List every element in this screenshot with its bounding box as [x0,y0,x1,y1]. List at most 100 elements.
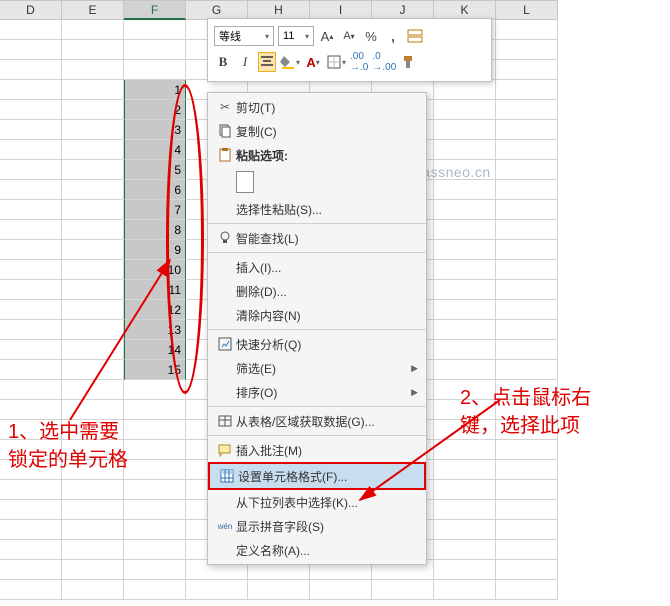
col-header-K[interactable]: K [434,0,496,20]
cell[interactable] [496,100,558,120]
cell[interactable] [0,240,62,260]
cell[interactable] [124,400,186,420]
cell[interactable] [434,540,496,560]
cell[interactable] [124,380,186,400]
cell[interactable] [496,40,558,60]
cell[interactable] [62,340,124,360]
cell[interactable] [434,500,496,520]
menu-paste-special[interactable]: 选择性粘贴(S)... [208,197,426,221]
cell[interactable] [124,60,186,80]
cell[interactable] [372,580,434,600]
increase-decimal-button[interactable]: .0→.00 [372,52,396,72]
cell[interactable] [434,460,496,480]
cell[interactable] [62,280,124,300]
cell[interactable] [0,100,62,120]
cell[interactable] [496,360,558,380]
cell[interactable] [124,420,186,440]
cell[interactable] [0,520,62,540]
cell[interactable] [0,300,62,320]
cell[interactable] [0,180,62,200]
cell[interactable] [124,500,186,520]
cell[interactable] [62,80,124,100]
cell[interactable] [434,200,496,220]
cell[interactable] [434,80,496,100]
cell[interactable] [62,100,124,120]
cell[interactable] [62,40,124,60]
increase-font-icon[interactable]: A▴ [318,26,336,46]
menu-copy[interactable]: 复制(C) [208,119,426,143]
cell[interactable] [124,20,186,40]
cell[interactable] [496,200,558,220]
cell[interactable] [0,80,62,100]
cell[interactable] [0,320,62,340]
cell[interactable] [434,280,496,300]
cell[interactable] [0,380,62,400]
cell[interactable] [0,220,62,240]
cell[interactable] [62,320,124,340]
cell[interactable] [62,540,124,560]
cell[interactable] [62,160,124,180]
col-header-H[interactable]: H [248,0,310,20]
cell[interactable] [434,260,496,280]
menu-quick-analysis[interactable]: 快速分析(Q) [208,332,426,356]
cell[interactable] [124,480,186,500]
font-name-select[interactable]: 等线▾ [214,26,274,46]
cell[interactable] [62,560,124,580]
cell[interactable] [62,60,124,80]
align-center-button[interactable] [258,52,276,72]
col-header-G[interactable]: G [186,0,248,20]
cell[interactable] [62,240,124,260]
fill-color-button[interactable]: ▾ [280,52,300,72]
menu-smart-lookup[interactable]: 智能查找(L) [208,226,426,250]
cell[interactable] [124,440,186,460]
cell[interactable] [0,480,62,500]
cell[interactable] [124,540,186,560]
cell[interactable] [124,580,186,600]
cell[interactable] [496,480,558,500]
cell[interactable] [62,260,124,280]
cell[interactable] [62,180,124,200]
cell[interactable] [496,60,558,80]
menu-insert[interactable]: 插入(I)... [208,255,426,279]
menu-sort[interactable]: 排序(O)▶ [208,380,426,404]
percent-style-button[interactable]: % [362,26,380,46]
menu-pick-from-dropdown[interactable]: 从下拉列表中选择(K)... [208,490,426,514]
cell[interactable] [310,580,372,600]
cell[interactable] [62,380,124,400]
cell[interactable] [434,180,496,200]
cell[interactable] [496,560,558,580]
col-header-J[interactable]: J [372,0,434,20]
cell[interactable] [496,20,558,40]
menu-filter[interactable]: 筛选(E)▶ [208,356,426,380]
cell[interactable] [496,280,558,300]
cell[interactable] [434,300,496,320]
cell[interactable] [434,340,496,360]
cell[interactable] [62,20,124,40]
col-header-I[interactable]: I [310,0,372,20]
cell[interactable] [62,140,124,160]
cell[interactable] [496,80,558,100]
menu-show-phonetic[interactable]: wén显示拼音字段(S) [208,514,426,538]
cell[interactable] [62,200,124,220]
decrease-decimal-button[interactable]: .00→.0 [350,52,368,72]
cell[interactable] [124,520,186,540]
cell[interactable] [0,200,62,220]
cell[interactable] [434,440,496,460]
cell[interactable] [496,120,558,140]
cell[interactable] [496,520,558,540]
col-header-F[interactable]: F [124,0,186,20]
cell[interactable] [62,500,124,520]
cell[interactable] [62,220,124,240]
cell[interactable] [62,480,124,500]
cell[interactable] [496,160,558,180]
cell[interactable] [434,140,496,160]
cell[interactable] [0,560,62,580]
cell[interactable] [434,580,496,600]
cell[interactable] [124,560,186,580]
menu-get-data-from-table[interactable]: 从表格/区域获取数据(G)... [208,409,426,433]
cell[interactable] [496,500,558,520]
italic-button[interactable]: I [236,52,254,72]
cell[interactable] [62,580,124,600]
cell[interactable] [434,560,496,580]
cell[interactable] [0,120,62,140]
